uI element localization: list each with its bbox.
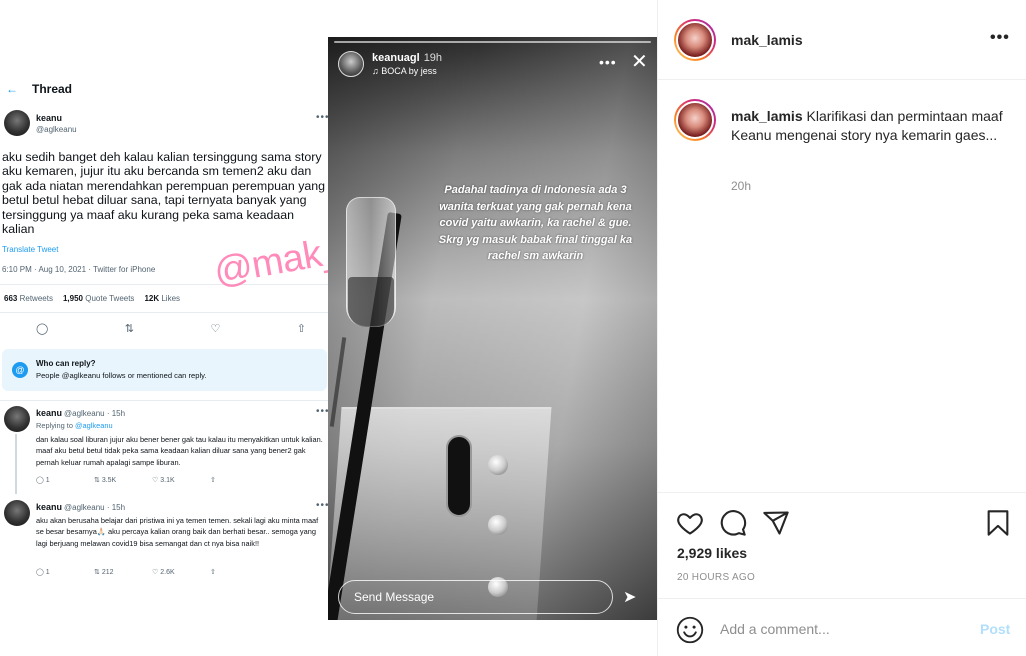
share-icon: ⇧ — [210, 569, 216, 576]
retweet-icon: ⇅ — [94, 477, 100, 484]
translate-tweet-link: Translate Tweet — [2, 245, 59, 254]
reply-icon: ◯ — [36, 323, 49, 335]
retweet-icon: ⇅ — [94, 569, 100, 576]
who-can-reply-box: @ Who can reply? People @aglkeanu follow… — [2, 349, 327, 391]
quote-label: Quote Tweets — [85, 294, 135, 303]
like-count: 3.1K — [160, 477, 175, 484]
more-options-icon[interactable]: ••• — [990, 29, 1010, 47]
like-label: Likes — [161, 294, 181, 303]
caption-time: 20h — [731, 179, 752, 193]
divider — [0, 400, 330, 401]
heart-icon[interactable] — [676, 509, 704, 537]
tweet-thread-header: ← Thread — [6, 82, 72, 96]
story-knob — [488, 515, 508, 535]
replying-handle: @aglkeanu — [75, 421, 113, 430]
who-can-reply-title: Who can reply? — [36, 359, 96, 368]
story-send-message: Send Message — [338, 580, 613, 614]
comment-input[interactable] — [720, 618, 960, 640]
like-count: 2.6K — [160, 569, 175, 576]
divider — [0, 284, 330, 285]
thread-line — [15, 434, 17, 494]
reply-count: 1 — [45, 569, 50, 576]
post-header: mak_lamis ••• — [658, 0, 1026, 80]
post-date[interactable]: 20 HOURS AGO — [677, 572, 755, 583]
heart-icon: ♡ — [210, 323, 221, 335]
reply-icon: ◯ — [36, 569, 44, 576]
reply-avatar — [4, 500, 30, 526]
tweet-date: 6:10 PM · Aug 10, 2021 · Twitter for iPh… — [2, 265, 156, 274]
comment-form: Post — [658, 598, 1026, 656]
reply-author-name: keanu — [36, 408, 63, 418]
retweet-label: Retweets — [19, 294, 53, 303]
send-icon: ➤ — [623, 589, 637, 606]
heart-icon: ♡ — [152, 569, 159, 576]
author-avatar[interactable] — [674, 19, 716, 61]
post-image[interactable]: ← Thread keanu @aglkeanu ••• aku sedih b… — [0, 0, 657, 656]
like-count: 12K — [144, 294, 160, 303]
heart-icon: ♡ — [152, 477, 159, 484]
close-icon: ✕ — [631, 51, 648, 73]
share-icon[interactable] — [762, 509, 790, 537]
mention-icon: @ — [12, 362, 28, 378]
emoji-icon[interactable] — [676, 616, 704, 644]
reply-author-meta: @aglkeanu · 15h — [64, 503, 126, 512]
story-user: keanuagl 19h — [372, 52, 442, 64]
avatar — [676, 21, 714, 59]
story-avatar — [338, 51, 364, 77]
reply-text: aku akan berusaha belajar dari pristiwa … — [36, 516, 319, 548]
post-details-panel: mak_lamis ••• mak_lamis Klarifikasi dan … — [657, 0, 1026, 656]
reply-actions: ◯ 1 ⇅ 3.5K ♡ 3.1K ⇧ — [36, 476, 276, 484]
likes-count[interactable]: 2,929 likes — [677, 545, 747, 561]
story-time: 19h — [423, 52, 443, 64]
story-music: ♫ BOCA by jess — [372, 66, 437, 76]
tweet-author-name: keanu — [36, 113, 63, 123]
reply-icon: ◯ — [36, 477, 44, 484]
tweet-text: aku sedih banget deh kalau kalian tersin… — [2, 150, 326, 237]
story-progress-bar — [334, 41, 651, 43]
share-icon: ⇧ — [210, 477, 216, 484]
reply-author-meta: @aglkeanu · 15h — [64, 409, 126, 418]
share-icon: ⇧ — [296, 323, 306, 335]
divider — [0, 312, 330, 313]
reply-text: dan kalau soal liburan jujur aku bener b… — [36, 435, 323, 467]
who-can-reply-subtitle: People @aglkeanu follows or mentioned ca… — [36, 371, 207, 380]
tweet-avatar — [4, 110, 30, 136]
story-username: keanuagl — [372, 52, 420, 64]
retweet-count: 663 — [4, 294, 18, 303]
comment-icon[interactable] — [719, 509, 747, 537]
caption-username[interactable]: mak_lamis — [731, 108, 803, 124]
retweet-icon: ⇅ — [124, 323, 134, 335]
tweet-stats: 663 Retweets 1,950 Quote Tweets 12K Like… — [4, 294, 180, 303]
avatar — [676, 101, 714, 139]
retweet-count: 3.5K — [101, 477, 117, 484]
story-more-icon: ••• — [599, 54, 617, 70]
story-screenshot: keanuagl 19h ♫ BOCA by jess ••• ✕ Padahal… — [328, 37, 657, 620]
post-caption: mak_lamis Klarifikasi dan permintaan maa… — [731, 107, 1011, 145]
story-wall-slot — [446, 435, 472, 517]
story-iv-liquid — [348, 277, 394, 327]
reply-avatar — [4, 406, 30, 432]
retweet-count: 212 — [101, 569, 114, 576]
tweet-author-handle: @aglkeanu — [36, 125, 77, 134]
bookmark-icon[interactable] — [984, 509, 1012, 537]
quote-count: 1,950 — [62, 294, 83, 303]
tweet-screenshot: ← Thread keanu @aglkeanu ••• aku sedih b… — [0, 72, 330, 592]
caption-avatar[interactable] — [674, 99, 716, 141]
author-username[interactable]: mak_lamis — [731, 32, 803, 48]
story-caption: Padahal tadinya di Indonesia ada 3 wanit… — [438, 184, 633, 262]
tweet-actions: ◯ ⇅ ♡ ⇧ — [36, 322, 306, 335]
reply-author-name: keanu — [36, 502, 63, 512]
replying-to: Replying to @aglkeanu — [36, 421, 113, 430]
thread-title: Thread — [32, 82, 73, 96]
back-arrow-icon: ← — [6, 82, 18, 96]
post-comment-button[interactable]: Post — [980, 621, 1010, 637]
reply-count: 1 — [45, 477, 50, 484]
story-knob — [488, 455, 508, 475]
replying-label: Replying to — [36, 421, 73, 430]
reply-actions: ◯ 1 ⇅ 212 ♡ 2.6K ⇧ — [36, 568, 276, 576]
